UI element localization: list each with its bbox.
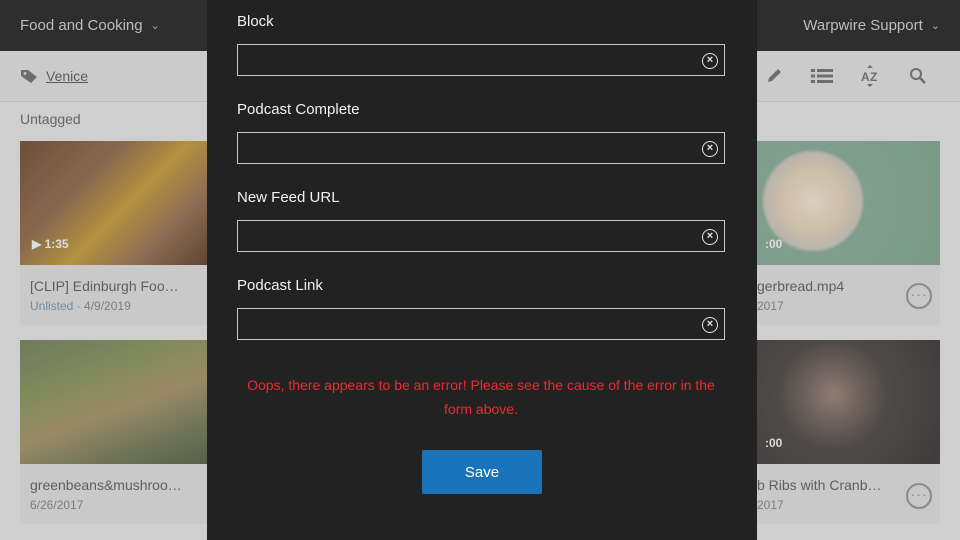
channel-name: Food and Cooking <box>20 17 143 34</box>
media-meta: 6/26/2017 <box>30 498 83 512</box>
view-tools: A Z <box>762 65 930 87</box>
media-meta: 2017 <box>757 498 784 512</box>
list-view-icon[interactable] <box>810 65 834 87</box>
sort-az-icon[interactable]: A Z <box>858 65 882 87</box>
tag-filter-link[interactable]: Venice <box>20 68 88 84</box>
tag-label: Venice <box>46 68 89 84</box>
media-date: 6/26/2017 <box>30 498 84 512</box>
podcast-settings-modal: Block × Podcast Complete × New Feed URL … <box>207 0 757 540</box>
podcast-link-field[interactable]: × <box>237 308 725 340</box>
chevron-down-icon: ⌄ <box>150 20 160 32</box>
tag-icon <box>21 70 37 83</box>
more-options-icon[interactable]: ··· <box>906 483 932 509</box>
podcast-complete-input[interactable] <box>238 133 694 163</box>
status-badge: Unlisted <box>30 299 74 313</box>
svg-text:Z: Z <box>870 70 877 84</box>
block-input[interactable] <box>238 45 694 75</box>
svg-text:A: A <box>861 70 870 84</box>
duration-badge: :00 <box>765 436 783 450</box>
media-date: 2017 <box>757 299 784 313</box>
section-heading: Untagged <box>20 111 81 127</box>
podcast-complete-label: Podcast Complete <box>237 101 360 118</box>
save-button[interactable]: Save <box>422 450 542 494</box>
support-menu[interactable]: Warpwire Support ⌄ <box>803 17 940 34</box>
new-feed-url-input[interactable] <box>238 221 694 251</box>
search-icon[interactable] <box>906 65 930 87</box>
media-date: 2017 <box>757 498 784 512</box>
error-message: Oops, there appears to be an error! Plea… <box>247 377 715 417</box>
block-label: Block <box>237 13 274 30</box>
new-feed-url-field[interactable]: × <box>237 220 725 252</box>
duration-badge: ▶ 1:35 <box>32 237 69 251</box>
media-title[interactable]: b Ribs with Cranb… <box>757 477 882 493</box>
clear-icon[interactable]: × <box>702 53 718 69</box>
media-meta: Unlisted · 4/9/2019 <box>30 299 131 313</box>
more-options-icon[interactable]: ··· <box>906 283 932 309</box>
podcast-link-label: Podcast Link <box>237 277 323 294</box>
media-title[interactable]: [CLIP] Edinburgh Foo… <box>30 278 179 294</box>
media-card[interactable]: :00 gerbread.mp4 2017 ··· <box>753 141 940 325</box>
media-title[interactable]: greenbeans&mushroo… <box>30 477 182 493</box>
block-field[interactable]: × <box>237 44 725 76</box>
media-meta: 2017 <box>757 299 784 313</box>
video-thumbnail[interactable] <box>20 340 207 464</box>
duration-badge: :00 <box>765 237 783 251</box>
clear-icon[interactable]: × <box>702 141 718 157</box>
media-card[interactable]: greenbeans&mushroo… 6/26/2017 <box>20 340 207 524</box>
chevron-down-icon: ⌄ <box>930 20 940 32</box>
new-feed-url-label: New Feed URL <box>237 189 340 206</box>
media-card[interactable]: :00 b Ribs with Cranb… 2017 ··· <box>753 340 940 524</box>
clear-icon[interactable]: × <box>702 229 718 245</box>
podcast-complete-field[interactable]: × <box>237 132 725 164</box>
support-label: Warpwire Support <box>803 17 923 34</box>
clear-icon[interactable]: × <box>702 317 718 333</box>
podcast-link-input[interactable] <box>238 309 694 339</box>
media-date: · 4/9/2019 <box>76 299 131 313</box>
media-title[interactable]: gerbread.mp4 <box>757 278 844 294</box>
edit-pencil-icon[interactable] <box>762 65 786 87</box>
media-card[interactable]: ▶ 1:35 [CLIP] Edinburgh Foo… Unlisted · … <box>20 141 207 325</box>
channel-selector[interactable]: Food and Cooking ⌄ <box>20 17 160 34</box>
